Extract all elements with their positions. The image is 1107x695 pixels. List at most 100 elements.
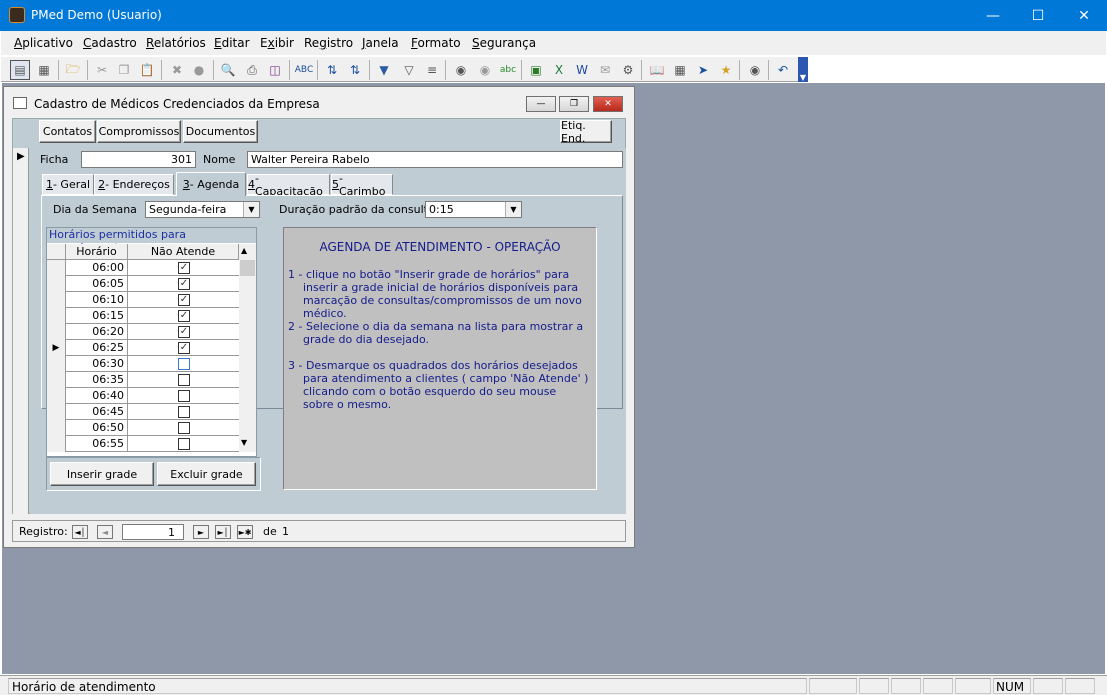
contatos-button[interactable]: Contatos	[39, 120, 96, 143]
menu-aplicativo[interactable]: Aplicativo	[14, 36, 73, 50]
excel-icon[interactable]: X	[549, 60, 569, 80]
nao-atende-checkbox[interactable]	[178, 374, 190, 386]
mail-icon[interactable]: ✉	[595, 60, 615, 80]
open-folder-icon[interactable]: 🗁	[63, 60, 83, 80]
delete-record-icon[interactable]: ✖	[167, 60, 187, 80]
filter-by-selection-icon[interactable]: ▼	[374, 60, 394, 80]
menu-relatorios[interactable]: Relatórios	[146, 36, 206, 50]
tab-5[interactable]: 5 - Carimbo	[331, 172, 393, 198]
cut-icon[interactable]: ✂	[92, 60, 112, 80]
row-selector[interactable]	[47, 260, 66, 276]
app-icon[interactable]	[9, 7, 25, 23]
horario-cell[interactable]: 06:35	[66, 372, 128, 388]
table-row[interactable]: 06:40	[47, 388, 239, 404]
menu-exibir[interactable]: Exibir	[260, 36, 294, 50]
horario-cell[interactable]: 06:20	[66, 324, 128, 340]
close-button[interactable]: ✕	[1061, 0, 1107, 31]
horario-cell[interactable]: 06:25	[66, 340, 128, 356]
table-row[interactable]: 06:10 ✓	[47, 292, 239, 308]
find-icon[interactable]: ◉	[451, 60, 471, 80]
tab-3[interactable]: 3 - Agenda	[176, 172, 246, 196]
tab-4[interactable]: 4 - Capacitação	[247, 172, 330, 198]
horario-cell[interactable]: 06:10	[66, 292, 128, 308]
tab-2[interactable]: 2 - Endereços	[94, 174, 174, 195]
menu-registro[interactable]: Registro	[304, 36, 353, 50]
filter-icon[interactable]: ▽	[399, 60, 419, 80]
word-icon[interactable]: W	[572, 60, 592, 80]
first-record-button[interactable]: ◄│	[72, 525, 88, 539]
calculator-icon[interactable]: ▦	[670, 60, 690, 80]
child-close-button[interactable]: ✕	[593, 96, 623, 112]
row-selector[interactable]	[47, 356, 66, 372]
copy-icon[interactable]: ❐	[114, 60, 134, 80]
menu-seguranca[interactable]: Segurança	[472, 36, 536, 50]
last-record-button[interactable]: ►│	[215, 525, 231, 539]
row-selector[interactable]	[47, 420, 66, 436]
table-row[interactable]: 06:05 ✓	[47, 276, 239, 292]
inserir-grade-button[interactable]: Inserir grade	[50, 462, 154, 486]
scroll-down-icon[interactable]: ▼	[241, 438, 247, 447]
horario-cell[interactable]: 06:15	[66, 308, 128, 324]
nao-atende-checkbox[interactable]: ✓	[178, 326, 190, 338]
sort-ascending-icon[interactable]: ⇅	[322, 60, 342, 80]
row-selector[interactable]	[47, 388, 66, 404]
nao-atende-checkbox[interactable]: ✓	[178, 310, 190, 322]
datasheet-view-icon[interactable]: ▦	[34, 60, 54, 80]
nao-atende-checkbox[interactable]	[178, 390, 190, 402]
table-row[interactable]: 06:30	[47, 356, 239, 372]
run-icon[interactable]: ➤	[693, 60, 713, 80]
ficha-field[interactable]: 301	[81, 151, 196, 168]
row-selector[interactable]	[47, 372, 66, 388]
report-icon[interactable]: ◫	[265, 60, 285, 80]
row-selector[interactable]	[47, 292, 66, 308]
horario-cell[interactable]: 06:30	[66, 356, 128, 372]
scroll-thumb[interactable]	[240, 260, 255, 276]
child-minimize-button[interactable]: —	[526, 96, 556, 112]
nao-atende-checkbox[interactable]	[178, 406, 190, 418]
next-record-button[interactable]: ►	[193, 525, 209, 539]
etiq-end-button[interactable]: Etiq. End.	[560, 119, 612, 145]
new-window-icon[interactable]: ★	[716, 60, 736, 80]
nao-atende-checkbox[interactable]: ✓	[178, 278, 190, 290]
schedule-scrollbar[interactable]: ▲ ▼	[239, 244, 256, 452]
spellcheck-icon[interactable]: ABC	[294, 60, 314, 80]
row-selector[interactable]	[47, 308, 66, 324]
paste-icon[interactable]: 📋	[137, 60, 157, 80]
row-selector[interactable]	[47, 404, 66, 420]
nao-atende-checkbox[interactable]: ✓	[178, 342, 190, 354]
nome-field[interactable]: Walter Pereira Rabelo	[247, 151, 623, 168]
row-selector[interactable]	[47, 324, 66, 340]
horario-cell[interactable]: 06:55	[66, 436, 128, 452]
child-restore-button[interactable]: ❐	[559, 96, 589, 112]
horario-cell[interactable]: 06:00	[66, 260, 128, 276]
remove-filter-icon[interactable]: ≡	[422, 60, 442, 80]
undo-icon[interactable]: ↶	[773, 60, 793, 80]
menu-formato[interactable]: Formato	[411, 36, 461, 50]
table-row[interactable]: 06:00 ✓	[47, 260, 239, 276]
toolbar-overflow-icon[interactable]: ▼	[798, 57, 808, 82]
table-row[interactable]: 06:50	[47, 420, 239, 436]
table-row[interactable]: 06:15 ✓	[47, 308, 239, 324]
maximize-button[interactable]: ☐	[1015, 0, 1061, 31]
nao-atende-checkbox[interactable]	[178, 358, 190, 370]
menu-cadastro[interactable]: Cadastro	[83, 36, 137, 50]
print-preview-icon[interactable]: 🔍	[218, 60, 238, 80]
table-row[interactable]: 06:55	[47, 436, 239, 452]
compromissos-button[interactable]: Compromissos	[97, 120, 181, 143]
new-record-button[interactable]: ►✱	[237, 525, 253, 539]
form-view-icon[interactable]: ▤	[10, 60, 30, 80]
sort-descending-icon[interactable]: ⇅	[345, 60, 365, 80]
nao-atende-checkbox[interactable]: ✓	[178, 294, 190, 306]
record-number-field[interactable]: 1	[122, 524, 184, 540]
horario-cell[interactable]: 06:50	[66, 420, 128, 436]
table-row[interactable]: ▶ 06:25 ✓	[47, 340, 239, 356]
exit-app-icon[interactable]: ◉	[745, 60, 765, 80]
horario-cell[interactable]: 06:05	[66, 276, 128, 292]
row-selector[interactable]	[47, 436, 66, 452]
nao-atende-checkbox[interactable]	[178, 438, 190, 450]
row-selector[interactable]: ▶	[47, 340, 66, 356]
nao-atende-checkbox[interactable]: ✓	[178, 262, 190, 274]
excluir-grade-button[interactable]: Excluir grade	[157, 462, 256, 486]
print-icon[interactable]: ⎙	[242, 60, 262, 80]
documentos-button[interactable]: Documentos	[183, 120, 258, 143]
